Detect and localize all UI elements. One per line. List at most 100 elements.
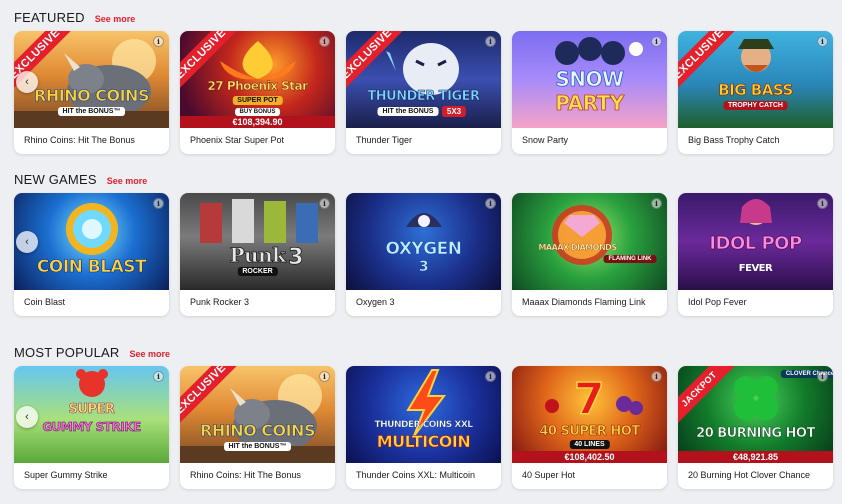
game-card[interactable]: THUNDER COINS XXL MULTICOIN i Thunder Co… xyxy=(346,366,501,489)
game-carousel: COIN BLAST i ‹ Coin Blast Punk ROCKER 3 … xyxy=(14,193,833,316)
game-name: 40 Super Hot xyxy=(522,470,576,480)
art-subtitle: GUMMY STRIKE xyxy=(42,420,141,435)
game-name: Rhino Coins: Hit The Bonus xyxy=(190,470,301,480)
art-subtitle: FLAMING LINK xyxy=(603,255,657,263)
game-card[interactable]: EXCLUSIVE RHINO COINS HIT the BONUS™ i R… xyxy=(180,366,335,489)
art-badge: 5X3 xyxy=(441,106,467,117)
info-icon[interactable]: i xyxy=(817,371,828,382)
game-name: Coin Blast xyxy=(24,297,66,307)
game-thumbnail: Punk ROCKER 3 i xyxy=(180,193,335,290)
game-card[interactable]: JACKPOT 20 BURNING HOT CLOVER Chance €48… xyxy=(678,366,833,489)
buy-bonus-badge: BUY BONUS xyxy=(234,108,281,116)
jackpot-amount: €108,402.50 xyxy=(512,451,667,463)
game-name: Super Gummy Strike xyxy=(24,470,108,480)
jackpot-amount: €48,921.85 xyxy=(678,451,833,463)
game-name: 20 Burning Hot Clover Chance xyxy=(688,470,811,480)
game-card[interactable]: EXCLUSIVE BIG BASS TROPHY CATCH i Big Ba… xyxy=(678,31,833,154)
info-icon[interactable]: i xyxy=(485,198,496,209)
carousel-prev-icon[interactable]: ‹ xyxy=(16,231,38,253)
game-card[interactable]: EXCLUSIVE THUNDER TIGER HIT the BONUS 5X… xyxy=(346,31,501,154)
game-thumbnail: COIN BLAST i ‹ xyxy=(14,193,169,290)
see-more-link[interactable]: See more xyxy=(95,14,136,24)
art-subtitle: TROPHY CATCH xyxy=(723,101,788,110)
art-title: THUNDER TIGER xyxy=(367,89,480,105)
game-thumbnail: IDOL POP FEVER i xyxy=(678,193,833,290)
art-subtitle: SUPER POT xyxy=(232,96,283,105)
see-more-link[interactable]: See more xyxy=(107,176,148,186)
game-name: Phoenix Star Super Pot xyxy=(190,135,285,145)
info-icon[interactable]: i xyxy=(319,198,330,209)
game-card[interactable]: COIN BLAST i ‹ Coin Blast xyxy=(14,193,169,316)
game-thumbnail: SUPER GUMMY STRIKE i ‹ xyxy=(14,366,169,463)
info-icon[interactable]: i xyxy=(651,36,662,47)
see-more-link[interactable]: See more xyxy=(129,349,170,359)
game-name: Big Bass Trophy Catch xyxy=(688,135,780,145)
game-name: Idol Pop Fever xyxy=(688,297,747,307)
game-carousel: SUPER GUMMY STRIKE i ‹ Super Gummy Strik… xyxy=(14,366,833,489)
art-subtitle: 3 xyxy=(418,259,429,276)
art-title: OXYGEN xyxy=(385,239,462,260)
game-thumbnail: MAAAX DIAMONDS FLAMING LINK i xyxy=(512,193,667,290)
info-icon[interactable]: i xyxy=(153,371,164,382)
art-subtitle: HIT the BONUS™ xyxy=(223,442,292,451)
carousel-prev-icon[interactable]: ‹ xyxy=(16,406,38,428)
game-thumbnail: EXCLUSIVE 27 Phoenix Star SUPER POT BUY … xyxy=(180,31,335,128)
game-card[interactable]: SUPER GUMMY STRIKE i ‹ Super Gummy Strik… xyxy=(14,366,169,489)
info-icon[interactable]: i xyxy=(319,371,330,382)
game-name: Thunder Coins XXL: Multicoin xyxy=(356,470,476,480)
game-thumbnail: EXCLUSIVE BIG BASS TROPHY CATCH i xyxy=(678,31,833,128)
art-title: COIN BLAST xyxy=(36,257,147,278)
info-icon[interactable]: i xyxy=(319,36,330,47)
art-title: 40 SUPER HOT xyxy=(539,424,640,440)
section-header: FEATURED See more xyxy=(14,10,135,28)
game-name: Maaax Diamonds Flaming Link xyxy=(522,297,646,307)
art-title: 27 Phoenix Star xyxy=(207,79,308,93)
section-header: NEW GAMES See more xyxy=(14,172,147,190)
game-thumbnail: JACKPOT 20 BURNING HOT CLOVER Chance €48… xyxy=(678,366,833,463)
game-name: Rhino Coins: Hit The Bonus xyxy=(24,135,135,145)
info-icon[interactable]: i xyxy=(153,36,164,47)
game-name: Snow Party xyxy=(522,135,569,145)
art-badge: 3 xyxy=(288,245,304,271)
game-card[interactable]: Punk ROCKER 3 i Punk Rocker 3 xyxy=(180,193,335,316)
game-thumbnail: EXCLUSIVE THUNDER TIGER HIT the BONUS 5X… xyxy=(346,31,501,128)
art-title: RHINO COINS xyxy=(34,86,150,106)
game-card[interactable]: EXCLUSIVE RHINO COINS HIT the BONUS™ i ‹… xyxy=(14,31,169,154)
diamond-art xyxy=(552,205,612,265)
info-icon[interactable]: i xyxy=(817,36,828,47)
game-card[interactable]: MAAAX DIAMONDS FLAMING LINK i Maaax Diam… xyxy=(512,193,667,316)
info-icon[interactable]: i xyxy=(651,371,662,382)
info-icon[interactable]: i xyxy=(817,198,828,209)
art-title: 20 BURNING HOT xyxy=(696,426,816,442)
info-icon[interactable]: i xyxy=(651,198,662,209)
section-title: NEW GAMES xyxy=(14,172,97,187)
section-header: MOST POPULAR See more xyxy=(14,345,170,363)
art-subtitle: HIT the BONUS™ xyxy=(57,107,126,116)
section-title: FEATURED xyxy=(14,10,85,25)
art-subtitle: HIT the BONUS xyxy=(377,107,439,116)
game-card[interactable]: 7 40 SUPER HOT 40 LINES €108,402.50 i 40… xyxy=(512,366,667,489)
jackpot-amount: €108,394.90 xyxy=(180,116,335,128)
art-title: IDOL POP xyxy=(709,233,803,255)
section-title: MOST POPULAR xyxy=(14,345,120,360)
game-thumbnail: SNOW PARTY i xyxy=(512,31,667,128)
game-card[interactable]: OXYGEN 3 i Oxygen 3 xyxy=(346,193,501,316)
game-card[interactable]: EXCLUSIVE 27 Phoenix Star SUPER POT BUY … xyxy=(180,31,335,154)
game-thumbnail: OXYGEN 3 i xyxy=(346,193,501,290)
art-subtitle: MULTICOIN xyxy=(376,432,471,452)
game-thumbnail: THUNDER COINS XXL MULTICOIN i xyxy=(346,366,501,463)
art-title: SNOW xyxy=(555,67,625,92)
art-title: RHINO COINS xyxy=(200,421,316,441)
info-icon[interactable]: i xyxy=(485,371,496,382)
art-subtitle: FEVER xyxy=(738,263,773,274)
art-title: BIG BASS xyxy=(718,81,794,100)
game-thumbnail: EXCLUSIVE RHINO COINS HIT the BONUS™ i xyxy=(180,366,335,463)
game-card[interactable]: IDOL POP FEVER i Idol Pop Fever xyxy=(678,193,833,316)
info-icon[interactable]: i xyxy=(485,36,496,47)
info-icon[interactable]: i xyxy=(153,198,164,209)
game-carousel: EXCLUSIVE RHINO COINS HIT the BONUS™ i ‹… xyxy=(14,31,833,154)
casino-lobby: FEATURED See more EXCLUSIVE RHINO COINS … xyxy=(0,0,842,504)
carousel-prev-icon[interactable]: ‹ xyxy=(16,71,38,93)
game-card[interactable]: SNOW PARTY i Snow Party xyxy=(512,31,667,154)
art-title: THUNDER COINS XXL xyxy=(374,420,473,430)
